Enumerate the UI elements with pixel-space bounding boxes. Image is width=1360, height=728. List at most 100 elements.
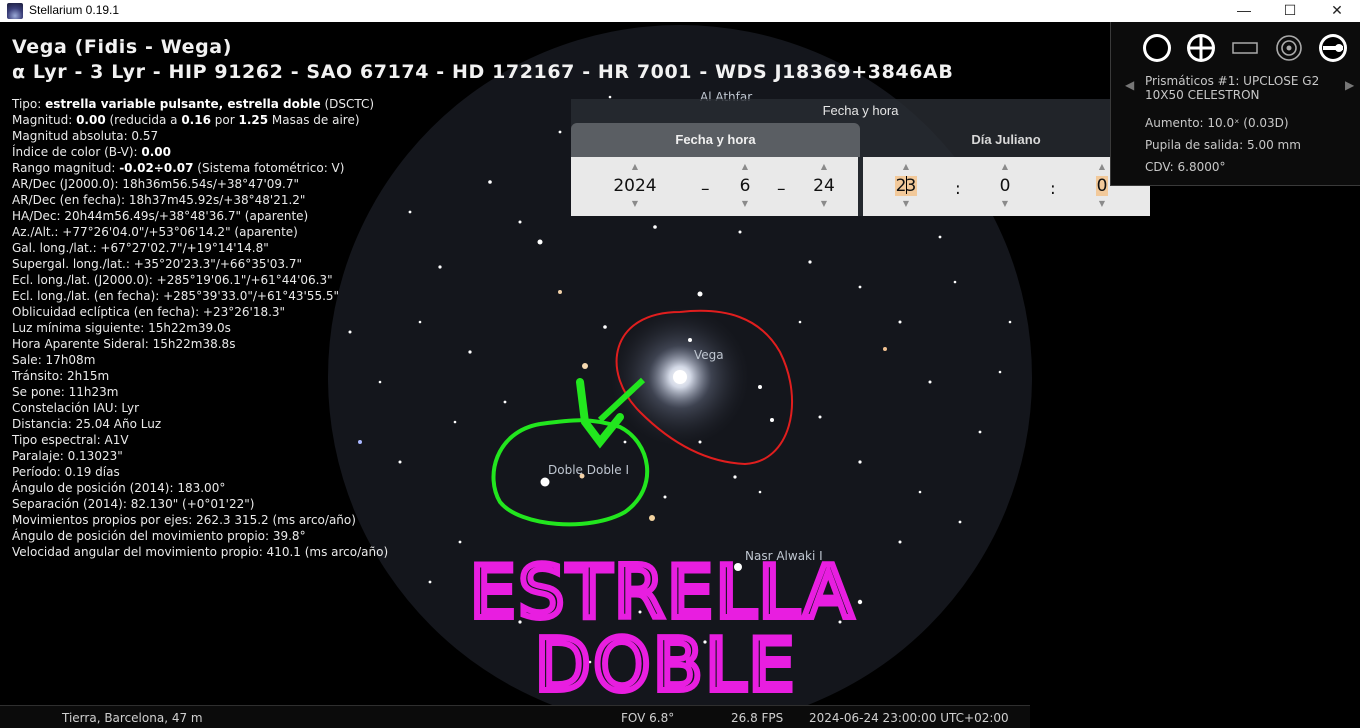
day-value[interactable]: 24 <box>811 169 837 203</box>
star[interactable] <box>653 225 657 229</box>
minute-down-arrow-icon[interactable]: ▼ <box>995 200 1015 208</box>
tab-julian-day[interactable]: Día Juliano <box>862 123 1150 157</box>
hour-spinbox[interactable]: ▲ 23 ▼ <box>893 163 919 208</box>
star[interactable] <box>428 580 432 584</box>
star[interactable] <box>778 660 782 664</box>
star[interactable] <box>733 475 737 479</box>
star[interactable] <box>858 460 862 464</box>
star[interactable] <box>558 290 562 294</box>
month-spinbox[interactable]: ▲ 6 ▼ <box>735 163 755 208</box>
minute-value[interactable]: 0 <box>995 169 1015 203</box>
star[interactable] <box>758 385 762 389</box>
star[interactable] <box>703 640 707 644</box>
star[interactable] <box>898 320 902 324</box>
star[interactable] <box>518 220 522 224</box>
star[interactable] <box>808 260 812 264</box>
star[interactable] <box>770 418 774 422</box>
year-down-arrow-icon[interactable]: ▼ <box>607 200 663 208</box>
star[interactable] <box>688 338 692 342</box>
sensor-frame-icon[interactable] <box>1229 32 1261 64</box>
star[interactable] <box>938 235 942 239</box>
star[interactable] <box>638 610 642 614</box>
close-window-button[interactable]: ✕ <box>1314 0 1360 22</box>
telrad-icon[interactable] <box>1273 32 1305 64</box>
second-spinbox[interactable]: ▲ 0 ▼ <box>1092 163 1112 208</box>
star[interactable] <box>857 599 863 605</box>
month-down-arrow-icon[interactable]: ▼ <box>735 200 755 208</box>
star[interactable] <box>408 210 412 214</box>
star[interactable] <box>958 520 962 524</box>
month-value[interactable]: 6 <box>735 169 755 203</box>
star[interactable] <box>537 239 543 245</box>
star[interactable] <box>418 320 422 324</box>
ocular-view-icon[interactable] <box>1141 32 1173 64</box>
sky-view[interactable]: Al Athfar Vega Doble Doble I Nasr Alwaki… <box>0 22 1360 705</box>
minimize-button[interactable]: — <box>1221 0 1267 22</box>
star[interactable] <box>649 515 655 521</box>
minute-up-arrow-icon[interactable]: ▲ <box>995 163 1015 171</box>
star[interactable] <box>503 400 507 404</box>
star[interactable] <box>798 320 802 324</box>
star[interactable] <box>758 490 762 494</box>
star[interactable] <box>603 325 607 329</box>
hour-value[interactable]: 23 <box>893 169 919 203</box>
star[interactable] <box>898 540 902 544</box>
star[interactable] <box>928 380 932 384</box>
star[interactable] <box>953 280 957 284</box>
ocular-settings-wrench-icon[interactable] <box>1317 32 1349 64</box>
star[interactable] <box>453 420 457 424</box>
star[interactable] <box>438 265 442 269</box>
second-value[interactable]: 0 <box>1092 169 1112 203</box>
star[interactable] <box>582 363 588 369</box>
star[interactable] <box>978 430 982 434</box>
star[interactable] <box>588 660 592 664</box>
star[interactable] <box>623 440 627 444</box>
star[interactable] <box>918 490 922 494</box>
star[interactable] <box>558 130 562 134</box>
star[interactable] <box>738 230 742 234</box>
star[interactable] <box>1008 320 1012 324</box>
star[interactable] <box>838 620 842 624</box>
info-line: AR/Dec (en fecha): 18h37m45.92s/+38°48'2… <box>12 193 306 207</box>
star[interactable] <box>697 291 703 297</box>
star-label-doble-doble[interactable]: Doble Doble I <box>548 463 629 477</box>
previous-ocular-arrow-icon[interactable]: ◀ <box>1125 78 1134 92</box>
hour-down-arrow-icon[interactable]: ▼ <box>893 200 919 208</box>
day-spinbox[interactable]: ▲ 24 ▼ <box>811 163 837 208</box>
status-location[interactable]: Tierra, Barcelona, 47 m <box>62 711 203 725</box>
star[interactable] <box>518 620 522 624</box>
dialog-title[interactable]: Fecha y hora <box>571 99 1150 123</box>
month-up-arrow-icon[interactable]: ▲ <box>735 163 755 171</box>
minute-spinbox[interactable]: ▲ 0 ▼ <box>995 163 1015 208</box>
second-up-arrow-icon[interactable]: ▲ <box>1092 163 1112 171</box>
second-down-arrow-icon[interactable]: ▼ <box>1092 200 1112 208</box>
star[interactable] <box>488 180 492 184</box>
year-value[interactable]: 2024 <box>607 169 663 203</box>
star[interactable] <box>818 415 822 419</box>
year-up-arrow-icon[interactable]: ▲ <box>607 163 663 171</box>
star[interactable] <box>734 563 742 571</box>
year-spinbox[interactable]: ▲ 2024 ▼ <box>607 163 663 208</box>
star[interactable] <box>698 440 702 444</box>
star[interactable] <box>673 370 687 384</box>
star[interactable] <box>540 477 550 487</box>
status-datetime[interactable]: 2024-06-24 23:00:00 UTC+02:00 <box>809 711 1009 725</box>
crosshair-icon[interactable] <box>1185 32 1217 64</box>
day-up-arrow-icon[interactable]: ▲ <box>811 163 837 171</box>
star[interactable] <box>598 565 602 569</box>
next-ocular-arrow-icon[interactable]: ▶ <box>1345 78 1354 92</box>
maximize-button[interactable]: ☐ <box>1267 0 1313 22</box>
star[interactable] <box>663 495 667 499</box>
star[interactable] <box>998 370 1002 374</box>
tab-date-time[interactable]: Fecha y hora <box>571 123 860 157</box>
star[interactable] <box>883 347 887 351</box>
day-down-arrow-icon[interactable]: ▼ <box>811 200 837 208</box>
star[interactable] <box>608 95 612 99</box>
star[interactable] <box>398 460 402 464</box>
star[interactable] <box>468 350 472 354</box>
star[interactable] <box>858 285 862 289</box>
hour-up-arrow-icon[interactable]: ▲ <box>893 163 919 171</box>
star-label-vega[interactable]: Vega <box>694 348 724 362</box>
star-label-nasr-alwaki[interactable]: Nasr Alwaki I <box>745 549 823 563</box>
star[interactable] <box>458 540 462 544</box>
